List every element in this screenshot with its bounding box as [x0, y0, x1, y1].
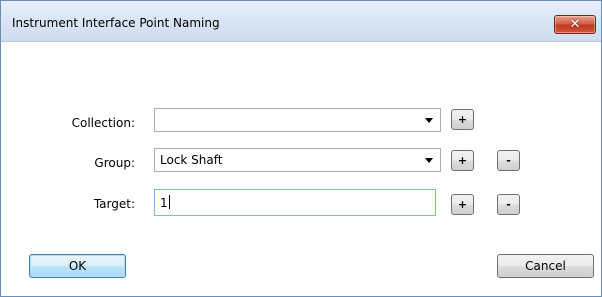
text-caret	[168, 195, 170, 209]
close-button[interactable]: ✕	[554, 15, 596, 34]
dialog-body: Collection: + Group: Lock Shaft + - Targ…	[1, 42, 601, 296]
title-bar[interactable]: Instrument Interface Point Naming ✕	[1, 1, 601, 42]
chevron-down-icon[interactable]	[425, 118, 433, 123]
plus-icon: +	[457, 198, 468, 211]
group-label: Group:	[94, 156, 135, 170]
dialog-window: Instrument Interface Point Naming ✕ Coll…	[0, 0, 602, 297]
cancel-button-label: Cancel	[525, 259, 566, 273]
cancel-button[interactable]: Cancel	[497, 254, 594, 278]
close-icon: ✕	[569, 17, 581, 32]
window-title: Instrument Interface Point Naming	[12, 16, 220, 30]
minus-icon: -	[506, 198, 511, 211]
collection-label: Collection:	[71, 116, 135, 130]
target-value: 1	[160, 196, 168, 210]
chevron-down-icon[interactable]	[425, 158, 433, 163]
add-group-button[interactable]: +	[451, 150, 474, 171]
target-input[interactable]: 1	[154, 189, 436, 216]
collection-combobox[interactable]	[154, 108, 441, 132]
ok-button-label: OK	[68, 259, 87, 273]
add-target-button[interactable]: +	[451, 194, 474, 215]
target-label: Target:	[93, 197, 135, 211]
minus-icon: -	[506, 154, 511, 167]
add-collection-button[interactable]: +	[451, 109, 474, 130]
plus-icon: +	[457, 154, 468, 167]
group-combobox[interactable]: Lock Shaft	[154, 148, 441, 172]
ok-button[interactable]: OK	[29, 254, 126, 278]
remove-group-button[interactable]: -	[497, 150, 520, 171]
plus-icon: +	[457, 113, 468, 126]
remove-target-button[interactable]: -	[497, 194, 520, 215]
group-value: Lock Shaft	[160, 153, 223, 167]
